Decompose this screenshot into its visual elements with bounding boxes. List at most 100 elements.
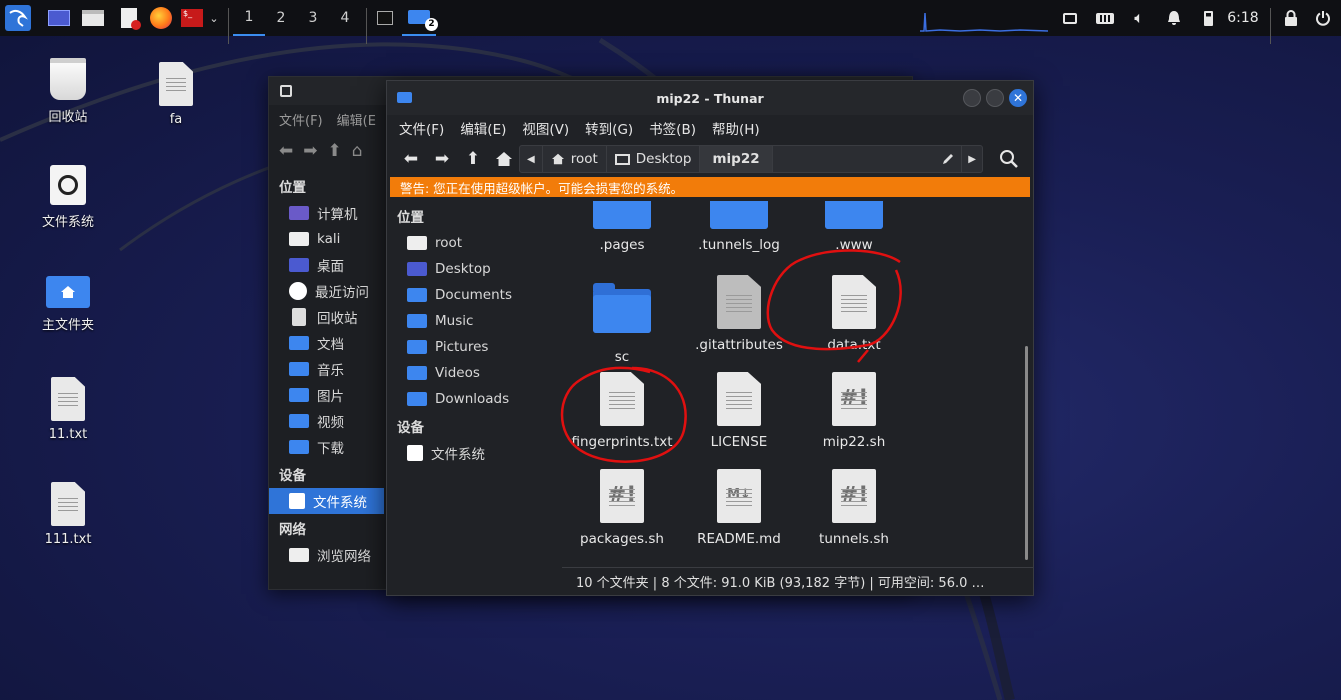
sidebar-item-kali[interactable]: kali (269, 226, 384, 252)
edit-location-button[interactable] (935, 152, 961, 166)
home-button[interactable] (492, 147, 516, 171)
desktop-icon-home[interactable]: 主文件夹 (23, 276, 113, 333)
battery-icon[interactable] (1198, 0, 1218, 36)
menu-go[interactable]: 转到(G) (585, 118, 633, 138)
sidebar-item-documents[interactable]: Documents (387, 282, 560, 308)
forward-button[interactable]: ➡ (430, 147, 454, 171)
sidebar-item-music[interactable]: Music (387, 308, 560, 334)
thunar-window[interactable]: mip22 - Thunar ✕ 文件(F) 编辑(E) 视图(V) 转到(G)… (386, 80, 1034, 596)
desktop-icon-11txt[interactable]: 11.txt (23, 377, 113, 442)
menu-file[interactable]: 文件(F) (399, 118, 444, 138)
maximize-button[interactable] (986, 89, 1004, 107)
sidebar-item-desktop[interactable]: 桌面 (269, 252, 384, 278)
menu-view[interactable]: 视图(V) (522, 118, 569, 138)
sidebar-item-recent[interactable]: 最近访问 (269, 278, 384, 304)
file-item-data-txt[interactable]: data.txt (794, 275, 914, 353)
back-arrow-icon[interactable]: ⬅ (279, 141, 293, 161)
sidebar-item-downloads[interactable]: Downloads (387, 386, 560, 412)
path-scroll-left-button[interactable]: ◀ (520, 146, 543, 172)
file-grid-scrollbar[interactable] (1025, 346, 1028, 560)
file-item-tunnels-log[interactable]: .tunnels_log (679, 201, 799, 253)
sidebar-item-music[interactable]: 音乐 (269, 356, 384, 382)
home-icon[interactable]: ⌂ (352, 141, 363, 161)
menu-help[interactable]: 帮助(H) (712, 118, 760, 138)
sidebar-item-videos[interactable]: Videos (387, 360, 560, 386)
breadcrumb-root[interactable]: root (543, 146, 607, 172)
kali-menu-icon[interactable] (4, 0, 32, 36)
network-icon[interactable] (1060, 0, 1080, 36)
up-button[interactable]: ⬆ (461, 147, 485, 171)
clock-icon (289, 282, 307, 300)
workspace-1[interactable]: 1 (233, 0, 265, 36)
file-item-tunnels-sh[interactable]: #! tunnels.sh (794, 469, 914, 547)
folder-icon (407, 288, 427, 302)
file-item-sc[interactable]: sc (562, 279, 682, 365)
clock[interactable]: 6:18 (1225, 0, 1261, 36)
file-manager-icon[interactable] (80, 0, 106, 36)
lock-icon[interactable] (1280, 0, 1302, 36)
desktop-icon-filesystem[interactable]: 文件系统 (23, 165, 113, 230)
close-button[interactable]: ✕ (1009, 89, 1027, 107)
file-item-www[interactable]: .www (794, 201, 914, 253)
desktop-icon-fa[interactable]: fa (131, 62, 221, 127)
chevron-down-icon[interactable]: ⌄ (206, 0, 222, 36)
sidebar-item-videos[interactable]: 视频 (269, 408, 384, 434)
breadcrumb-desktop[interactable]: Desktop (607, 146, 701, 172)
terminal-window-icon[interactable] (374, 0, 396, 36)
file-item-readme-md[interactable]: M↓ README.md (679, 469, 799, 547)
up-arrow-icon[interactable]: ⬆ (328, 141, 342, 161)
desktop-icon-trash[interactable]: 回收站 (23, 58, 113, 125)
back-button[interactable]: ⬅ (399, 147, 423, 171)
file-item-pages[interactable]: .pages (562, 201, 682, 253)
workspace-3[interactable]: 3 (297, 0, 329, 36)
volume-icon[interactable]: 🔈︎ (1128, 0, 1150, 36)
file-item-fingerprints-txt[interactable]: fingerprints.txt (562, 372, 682, 450)
file-name: data.txt (827, 337, 881, 353)
thunar-task-button[interactable]: 2 (402, 0, 438, 36)
forward-arrow-icon[interactable]: ➡ (303, 141, 317, 161)
sidebar-item-downloads[interactable]: 下载 (269, 434, 384, 460)
breadcrumb-mip22[interactable]: mip22 (700, 146, 773, 172)
sidebar-item-filesystem[interactable]: 文件系统 (269, 488, 384, 514)
minimize-button[interactable] (963, 89, 981, 107)
terminal-red-icon[interactable]: $_ (180, 0, 204, 36)
desktop-icon-111txt[interactable]: 111.txt (23, 482, 113, 547)
window-titlebar[interactable]: mip22 - Thunar ✕ (387, 81, 1033, 115)
sidebar-item-pictures[interactable]: Pictures (387, 334, 560, 360)
file-item-gitattributes[interactable]: .gitattributes (679, 275, 799, 353)
workspace-4[interactable]: 4 (329, 0, 361, 36)
text-editor-icon[interactable] (116, 0, 142, 36)
sidebar-item-label: root (435, 235, 463, 251)
folder-icon (407, 366, 427, 380)
sidebar-item-computer[interactable]: 计算机 (269, 200, 384, 226)
sidebar-item-documents[interactable]: 文档 (269, 330, 384, 356)
pencil-icon (943, 154, 954, 164)
back-window-toolbar: ⬅ ➡ ⬆ ⌂ (279, 141, 363, 161)
firefox-icon[interactable] (148, 0, 174, 36)
location-input[interactable] (773, 146, 936, 172)
sidebar-item-filesystem[interactable]: 文件系统 (387, 440, 560, 466)
power-icon[interactable] (1312, 0, 1334, 36)
sidebar-item-trash[interactable]: 回收站 (269, 304, 384, 330)
drive-icon (407, 445, 423, 461)
search-button[interactable] (999, 149, 1019, 173)
sidebar-item-desktop[interactable]: Desktop (387, 256, 560, 282)
show-desktop-icon[interactable] (46, 0, 72, 36)
file-item-mip22-sh[interactable]: #! mip22.sh (794, 372, 914, 450)
menu-edit[interactable]: 编辑(E (337, 114, 376, 129)
sidebar-item-browse-network[interactable]: 浏览网络 (269, 542, 384, 568)
sidebar-item-pictures[interactable]: 图片 (269, 382, 384, 408)
folder-icon (289, 388, 309, 402)
file-item-license[interactable]: LICENSE (679, 372, 799, 450)
sidebar: 位置 root Desktop Documents Music Pictures… (387, 206, 560, 595)
sidebar-item-root[interactable]: root (387, 230, 560, 256)
text-file-icon (51, 377, 85, 421)
bell-icon[interactable] (1164, 0, 1184, 36)
menu-file[interactable]: 文件(F) (279, 114, 323, 129)
file-item-packages-sh[interactable]: #! packages.sh (562, 469, 682, 547)
menu-bookmarks[interactable]: 书签(B) (649, 118, 696, 138)
menu-edit[interactable]: 编辑(E) (460, 118, 506, 138)
workspace-2[interactable]: 2 (265, 0, 297, 36)
path-scroll-right-button[interactable]: ▶ (961, 146, 982, 172)
keyboard-icon[interactable] (1094, 0, 1116, 36)
